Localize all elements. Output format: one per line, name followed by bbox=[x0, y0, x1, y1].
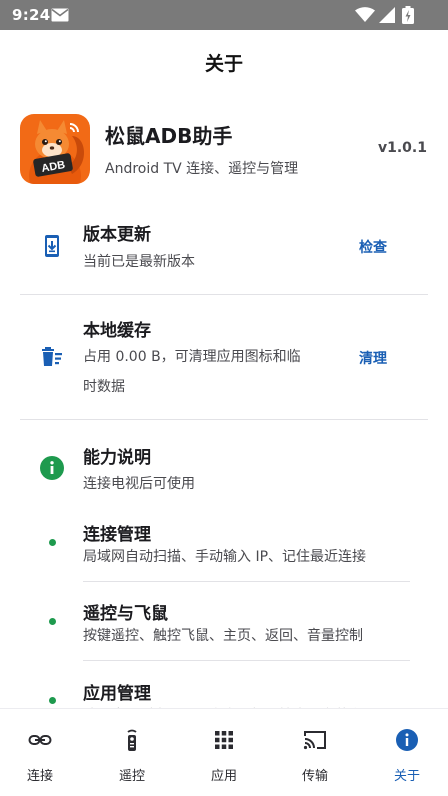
nav-item-about[interactable]: 关于 bbox=[367, 709, 447, 796]
divider bbox=[83, 660, 410, 661]
update-title: 版本更新 bbox=[83, 225, 151, 245]
status-time: 9:24 bbox=[12, 6, 51, 24]
wifi-icon bbox=[355, 7, 375, 22]
system-update-icon bbox=[45, 235, 59, 257]
link-icon bbox=[28, 735, 52, 745]
nav-item-transfer[interactable]: 传输 bbox=[275, 709, 355, 796]
mail-icon bbox=[51, 8, 69, 22]
nav-label: 关于 bbox=[393, 769, 420, 784]
app-name: 松鼠ADB助手 bbox=[105, 124, 233, 148]
info-icon bbox=[396, 729, 418, 751]
divider bbox=[20, 419, 428, 420]
bullet-dot bbox=[49, 539, 56, 546]
page-title: 关于 bbox=[204, 53, 243, 75]
feature-desc: 局域网自动扫描、手动输入 IP、记住最近连接 bbox=[83, 549, 367, 565]
apps-grid-icon bbox=[215, 731, 233, 749]
bullet-dot bbox=[49, 697, 56, 704]
app-logo: ADB bbox=[20, 114, 90, 184]
capabilities-title: 能力说明 bbox=[83, 448, 151, 468]
info-icon bbox=[40, 456, 64, 480]
check-update-button[interactable]: 检查 bbox=[359, 237, 387, 257]
app-description: Android TV 连接、遥控与管理 bbox=[105, 161, 299, 177]
signal-icon bbox=[379, 7, 395, 23]
remote-icon bbox=[127, 729, 137, 751]
feature-title: 连接管理 bbox=[83, 525, 151, 545]
divider bbox=[83, 581, 410, 582]
delete-sweep-icon bbox=[42, 347, 62, 366]
cast-icon bbox=[303, 731, 326, 750]
update-subtitle: 当前已是最新版本 bbox=[83, 254, 195, 270]
cache-title: 本地缓存 bbox=[83, 321, 151, 341]
capabilities-subtitle: 连接电视后可使用 bbox=[83, 476, 195, 492]
app-version: v1.0.1 bbox=[378, 140, 427, 156]
nav-label: 应用 bbox=[210, 769, 237, 784]
feature-title: 应用管理 bbox=[83, 684, 151, 704]
status-bar: 9:24 bbox=[0, 0, 448, 30]
nav-item-apps[interactable]: 应用 bbox=[184, 709, 264, 796]
battery-icon bbox=[402, 6, 414, 24]
cache-subtitle-line2: 时数据 bbox=[83, 379, 125, 395]
feature-title: 遥控与飞鼠 bbox=[83, 604, 168, 624]
clear-cache-button[interactable]: 清理 bbox=[359, 348, 387, 368]
nav-label: 传输 bbox=[301, 769, 328, 784]
nav-item-remote[interactable]: 遥控 bbox=[92, 709, 172, 796]
feature-desc: 按键遥控、触控飞鼠、主页、返回、音量控制 bbox=[83, 628, 363, 644]
bottom-nav: 连接 遥控 应用 传输 关于 bbox=[0, 708, 448, 796]
app-header: ADB 松鼠ADB助手 Android TV 连接、遥控与管理 v1.0.1 bbox=[20, 114, 430, 186]
nav-label: 连接 bbox=[26, 769, 53, 784]
divider bbox=[20, 294, 428, 295]
bullet-dot bbox=[49, 618, 56, 625]
cache-subtitle-line1: 占用 0.00 B，可清理应用图标和临 bbox=[83, 349, 301, 365]
nav-label: 遥控 bbox=[118, 769, 145, 784]
nav-item-connect[interactable]: 连接 bbox=[0, 709, 80, 796]
